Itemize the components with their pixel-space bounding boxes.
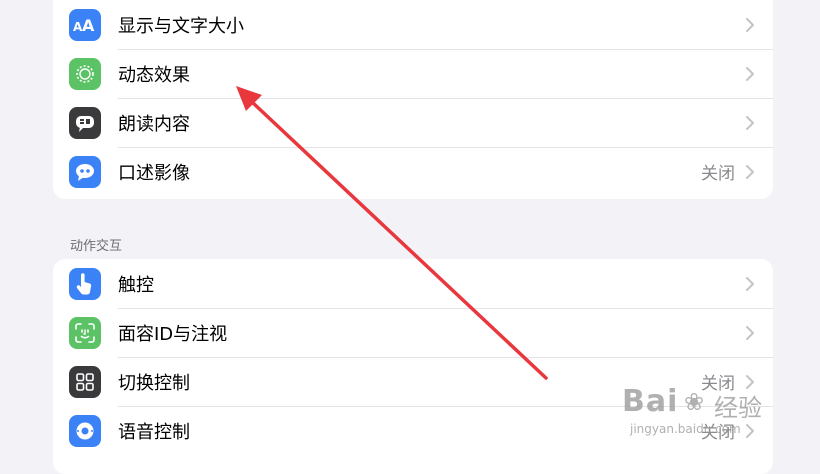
switch-control-icon xyxy=(69,365,101,398)
row-audio-descriptions[interactable]: 口述影像 关闭 xyxy=(53,147,773,196)
vision-settings-group: A A 显示与文字大小 动态效果 朗读内容 口述影像 关闭 xyxy=(53,0,773,199)
row-label: 动态效果 xyxy=(118,64,190,86)
row-value: 关闭 xyxy=(701,164,735,184)
chevron-right-icon xyxy=(746,325,754,340)
voice-control-icon xyxy=(69,414,101,447)
chevron-right-icon xyxy=(746,164,754,179)
row-label: 切换控制 xyxy=(118,372,190,394)
audio-description-icon xyxy=(69,155,101,188)
row-label: 触控 xyxy=(118,274,154,296)
row-label: 面容ID与注视 xyxy=(118,323,228,345)
chevron-right-icon xyxy=(746,17,754,32)
row-label: 朗读内容 xyxy=(118,113,190,135)
row-label: 口述影像 xyxy=(118,162,190,184)
touch-icon xyxy=(69,267,101,300)
watermark-brand: Bai xyxy=(622,384,679,419)
chevron-right-icon xyxy=(746,66,754,81)
row-label: 语音控制 xyxy=(118,421,190,443)
row-label: 显示与文字大小 xyxy=(118,15,244,37)
text-size-icon: A A xyxy=(69,8,101,41)
watermark: Bai ❀ 经验 jingyan.baidu.com xyxy=(622,384,782,444)
paw-icon: ❀ xyxy=(684,388,705,416)
watermark-url: jingyan.baidu.com xyxy=(630,422,741,436)
spoken-content-icon xyxy=(69,106,101,139)
row-display-text-size[interactable]: A A 显示与文字大小 xyxy=(53,0,773,49)
svg-text:A: A xyxy=(82,17,95,33)
row-touch[interactable]: 触控 xyxy=(53,259,773,308)
chevron-right-icon xyxy=(746,115,754,130)
chevron-right-icon xyxy=(746,276,754,291)
motion-icon xyxy=(69,57,101,90)
row-spoken-content[interactable]: 朗读内容 xyxy=(53,98,773,147)
row-face-id-attention[interactable]: 面容ID与注视 xyxy=(53,308,773,357)
face-id-icon xyxy=(69,316,101,349)
watermark-brand-suffix: 经验 xyxy=(714,394,762,422)
section-header: 动作交互 xyxy=(70,239,123,254)
row-motion[interactable]: 动态效果 xyxy=(53,49,773,98)
